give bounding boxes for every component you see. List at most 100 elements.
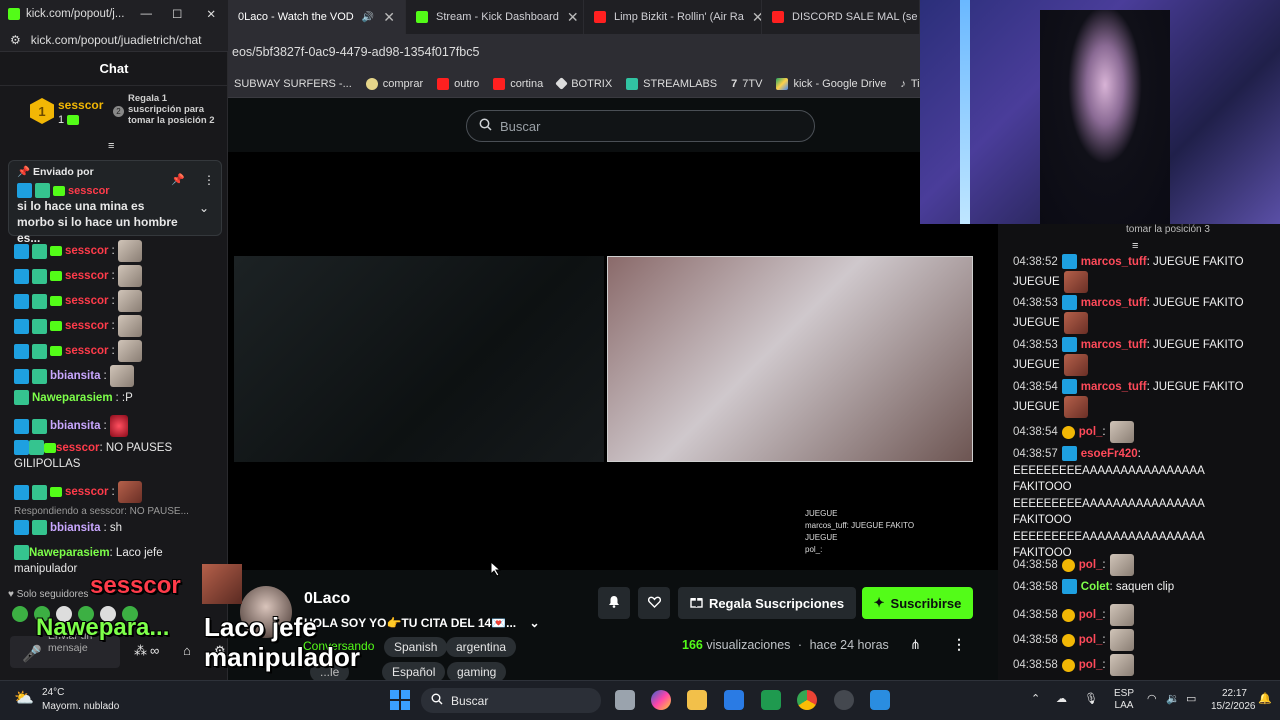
more-options-icon[interactable]: ⋮ <box>952 636 966 653</box>
chat-username[interactable]: Naweparasiem <box>32 392 113 404</box>
tab-label: Limp Bizkit - Rollin' (Air Ra <box>614 11 744 23</box>
notification-bell-button[interactable] <box>598 587 630 619</box>
tag-espanol[interactable]: Español <box>382 662 446 682</box>
input-language[interactable]: ESP LAA <box>1114 688 1134 712</box>
user-badge <box>1061 608 1075 622</box>
volume-icon[interactable]: 🔉 <box>1166 692 1180 705</box>
chat-username[interactable]: sesscor <box>65 270 108 282</box>
bookmark-comprar[interactable]: comprar <box>365 77 423 90</box>
collapse-icon[interactable]: ≡ <box>1132 240 1138 252</box>
bookmark-7tv[interactable]: 7 7TV <box>731 78 762 90</box>
site-settings-icon[interactable]: ⚙ <box>10 33 21 47</box>
close-tab-icon[interactable]: ✕ <box>383 9 395 26</box>
share-icon[interactable]: ⋔ <box>910 637 921 653</box>
chat-username[interactable]: marcos_tuff <box>1081 256 1147 268</box>
tag-spanish[interactable]: Spanish <box>384 637 448 657</box>
subscribe-button[interactable]: ✦ Suscribirse <box>862 587 973 619</box>
windows-start-icon[interactable] <box>390 690 410 710</box>
webcam-feed <box>920 0 1280 224</box>
word-icon[interactable] <box>724 690 744 710</box>
obs-icon[interactable] <box>834 690 854 710</box>
chat-username[interactable]: Colet <box>1081 581 1110 593</box>
bookmark-cortina[interactable]: cortina <box>493 77 543 90</box>
google-drive-icon <box>776 77 789 90</box>
tab-0laco-vod[interactable]: 0Laco - Watch the VOD 🔊 ✕ <box>228 0 406 34</box>
chevron-down-icon[interactable]: ⌄ <box>529 616 539 630</box>
emote-image <box>1063 270 1088 293</box>
copilot-icon[interactable] <box>651 690 671 710</box>
pin-icon[interactable]: 📌 <box>171 173 185 186</box>
chat-username[interactable]: pol_ <box>1079 634 1103 646</box>
chat-username[interactable]: pol_ <box>1079 426 1103 438</box>
chat-username[interactable]: esoeFr420 <box>1081 448 1138 460</box>
chat-username[interactable]: pol_ <box>1079 659 1103 671</box>
notification-bell-icon[interactable]: 🔔 <box>1258 692 1272 705</box>
wifi-icon[interactable]: ◠ <box>1147 692 1157 705</box>
search-input[interactable]: Buscar <box>466 110 815 142</box>
tab-discord[interactable]: DISCORD SALE MAL (se pe ✕ <box>762 0 920 34</box>
chat-username[interactable]: sesscor <box>56 442 99 454</box>
chat-username[interactable]: marcos_tuff <box>1081 381 1147 393</box>
view-label: visualizaciones <box>706 638 791 652</box>
chat-username[interactable]: marcos_tuff <box>1081 297 1147 309</box>
cloud-icon[interactable]: ☁ <box>1056 692 1067 705</box>
chat-username[interactable]: sesscor <box>65 486 108 498</box>
address-bar[interactable]: eos/5bf3827f-0ac9-4479-ad98-1354f017fbc5 <box>228 34 920 70</box>
close-tab-icon[interactable]: ✕ <box>567 9 579 26</box>
chrome-icon[interactable] <box>797 690 817 710</box>
close-icon[interactable]: ✕ <box>206 7 216 21</box>
taskbar-search[interactable]: Buscar <box>421 688 601 713</box>
chat-username[interactable]: bbiansita <box>50 522 100 534</box>
chat-message: 04:38:54 pol_: <box>1013 421 1263 443</box>
follow-button[interactable] <box>638 587 670 619</box>
infinity-icon[interactable]: ∞ <box>150 643 159 658</box>
bookmark-outro[interactable]: outro <box>437 77 479 90</box>
more-options-icon[interactable]: ⋮ <box>203 173 215 187</box>
tab-kick-dashboard[interactable]: Stream - Kick Dashboard ✕ <box>406 0 584 34</box>
maximize-icon[interactable]: ☐ <box>172 7 182 21</box>
excel-icon[interactable] <box>761 690 781 710</box>
microphone-icon[interactable]: 🎙 <box>1084 692 1098 705</box>
file-explorer-icon[interactable] <box>687 690 707 710</box>
og-badge <box>14 390 29 405</box>
chat-username[interactable]: marcos_tuff <box>1081 339 1147 351</box>
chat-username[interactable]: pol_ <box>1079 609 1103 621</box>
chat-text: : EEEEEEEEEAAAAAAAAAAAAAAAA FAKITOOO EEE… <box>1013 448 1205 559</box>
chevron-up-icon[interactable]: ⌃ <box>1031 692 1040 705</box>
store-icon[interactable]: ⌂ <box>183 643 191 658</box>
gift-subs-button[interactable]: Regala Suscripciones <box>678 587 856 619</box>
chat-username[interactable]: sesscor <box>65 295 108 307</box>
chat-username[interactable]: sesscor <box>65 245 108 257</box>
channel-name[interactable]: 0Laco <box>304 590 350 608</box>
users-icon[interactable]: ⁂ <box>134 643 147 659</box>
battery-icon[interactable]: ▭ <box>1186 692 1196 705</box>
chevron-down-icon[interactable]: ⌄ <box>199 201 209 215</box>
collapse-icon[interactable]: ≡ <box>108 140 114 152</box>
weather-icon[interactable]: ⛅ <box>14 688 34 708</box>
clock[interactable]: 22:17 15/2/2026 <box>1211 687 1256 713</box>
chat-username[interactable]: bbiansita <box>50 420 100 432</box>
microphone-icon[interactable]: 🎤 <box>22 644 42 664</box>
task-view-icon[interactable] <box>615 690 635 710</box>
tag-argentina[interactable]: argentina <box>446 637 517 657</box>
bookmark-streamlabs[interactable]: STREAMLABS <box>626 77 717 90</box>
leader-name[interactable]: sesscor <box>58 98 103 112</box>
bookmark-google-drive[interactable]: kick - Google Drive <box>776 77 886 90</box>
audio-icon[interactable]: 🔊 <box>362 12 374 23</box>
emote-icon[interactable] <box>12 606 28 622</box>
chat-username[interactable]: sesscor <box>65 345 108 357</box>
chat-username[interactable]: Naweparasiem <box>29 547 110 559</box>
bookmark-tiktok[interactable]: ♪TikTok <box>900 78 920 90</box>
close-tab-icon[interactable]: ✕ <box>752 9 761 26</box>
bookmark-botrix[interactable]: BOTRIX <box>555 77 612 90</box>
tab-limp-bizkit[interactable]: Limp Bizkit - Rollin' (Air Ra ✕ <box>584 0 762 34</box>
chat-username[interactable]: sesscor <box>65 320 108 332</box>
popout-address-bar[interactable]: ⚙ kick.com/popout/juadietrich/chat <box>0 28 228 52</box>
sub-badge <box>67 115 80 126</box>
chat-username[interactable]: pol_ <box>1079 559 1103 571</box>
minimize-icon[interactable]: — <box>141 8 153 20</box>
app-icon[interactable] <box>870 690 890 710</box>
tag-gaming[interactable]: gaming <box>447 662 507 682</box>
bookmark-subway[interactable]: SUBWAY SURFERS -... <box>234 78 352 90</box>
chat-username[interactable]: bbiansita <box>50 370 100 382</box>
